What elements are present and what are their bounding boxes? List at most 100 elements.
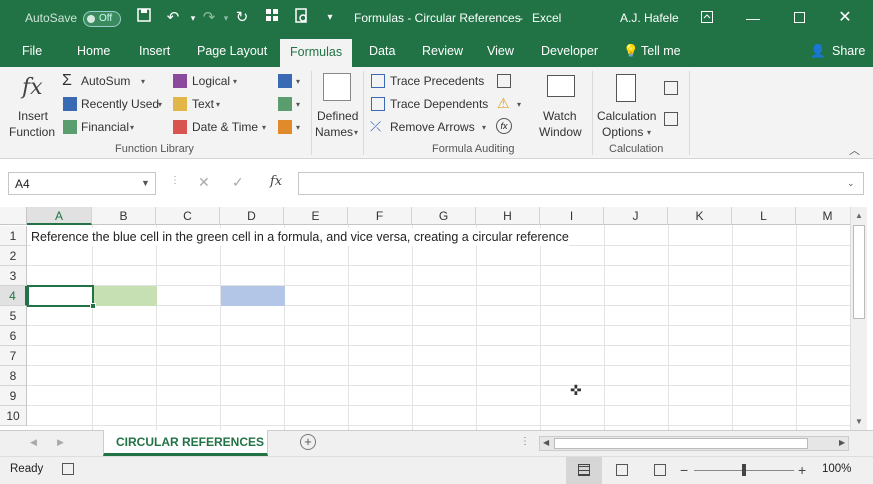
horizontal-scrollbar[interactable]: ◀ ▶ xyxy=(539,436,849,451)
refresh-icon[interactable]: ↻ xyxy=(232,8,252,28)
cancel-icon[interactable]: ✕ xyxy=(198,174,210,191)
customize-qat-icon[interactable]: ▾ xyxy=(320,8,340,28)
add-sheet-icon[interactable]: + xyxy=(300,434,316,450)
date-time-button[interactable]: Date & Time xyxy=(192,120,258,134)
tab-formulas[interactable]: Formulas xyxy=(280,39,353,67)
formula-input[interactable]: ⌄ xyxy=(298,172,864,195)
enter-icon[interactable]: ✓ xyxy=(232,174,244,191)
column-header-f[interactable]: F xyxy=(348,207,412,225)
tab-review[interactable]: Review xyxy=(422,36,463,67)
more-functions-icon[interactable] xyxy=(278,120,292,134)
trace-precedents-button[interactable]: Trace Precedents xyxy=(390,74,484,88)
zoom-in-icon[interactable]: + xyxy=(798,462,806,478)
zoom-out-icon[interactable]: − xyxy=(680,462,688,478)
logical-button[interactable]: Logical xyxy=(192,74,230,88)
vertical-scrollbar[interactable]: ▲ ▼ xyxy=(850,207,867,430)
column-header-k[interactable]: K xyxy=(668,207,732,225)
next-sheet-icon[interactable]: ▶ xyxy=(57,437,64,448)
cell-d4-blue[interactable] xyxy=(221,286,285,306)
row-header-2[interactable]: 2 xyxy=(0,246,27,266)
select-all-button[interactable] xyxy=(0,207,27,225)
evaluate-formula-icon[interactable]: fx xyxy=(496,118,512,134)
watch-window-button[interactable]: Watch Window xyxy=(536,71,586,141)
cell-a4-selected[interactable] xyxy=(27,285,94,307)
lookup-reference-icon[interactable] xyxy=(278,74,292,88)
maximize-icon[interactable] xyxy=(787,6,811,30)
scroll-left-icon[interactable]: ◀ xyxy=(543,438,549,447)
math-trig-icon[interactable] xyxy=(278,97,292,111)
tab-insert[interactable]: Insert xyxy=(139,36,170,67)
page-layout-view-icon[interactable] xyxy=(616,464,628,476)
name-box[interactable]: A4 ▼ xyxy=(8,172,156,195)
vertical-scroll-thumb[interactable] xyxy=(853,225,865,319)
column-header-e[interactable]: E xyxy=(284,207,348,225)
autosum-dropdown-icon[interactable]: ▾ xyxy=(141,77,145,86)
worksheet-grid[interactable]: A B C D E F G H I J K L M 1 2 3 4 5 6 7 … xyxy=(0,207,850,430)
column-header-d[interactable]: D xyxy=(220,207,284,225)
tab-page-layout[interactable]: Page Layout xyxy=(197,36,267,67)
row-header-6[interactable]: 6 xyxy=(0,326,27,346)
ribbon-display-options-icon[interactable] xyxy=(695,6,719,30)
row-header-8[interactable]: 8 xyxy=(0,366,27,386)
insert-function-button[interactable]: fx Insert Function xyxy=(8,71,56,141)
collapse-ribbon-icon[interactable]: ︿ xyxy=(849,142,860,158)
row-header-5[interactable]: 5 xyxy=(0,306,27,326)
autosum-button[interactable]: AutoSum xyxy=(81,74,130,88)
column-header-c[interactable]: C xyxy=(156,207,220,225)
calculate-now-icon[interactable] xyxy=(664,81,678,95)
remove-arrows-button[interactable]: Remove Arrows xyxy=(390,120,475,134)
tab-file[interactable]: File xyxy=(22,36,42,67)
column-header-i[interactable]: I xyxy=(540,207,604,225)
insert-function-icon[interactable]: fx xyxy=(270,174,282,189)
row-header-10[interactable]: 10 xyxy=(0,406,27,426)
column-header-b[interactable]: B xyxy=(92,207,156,225)
close-icon[interactable]: ✕ xyxy=(833,6,857,30)
splitter-icon[interactable]: ⋮ xyxy=(520,436,530,447)
show-formulas-icon[interactable] xyxy=(497,74,511,88)
row-header-1[interactable]: 1 xyxy=(0,226,27,246)
text-button[interactable]: Text xyxy=(192,97,214,111)
fill-handle[interactable] xyxy=(90,303,96,309)
prev-sheet-icon[interactable]: ◀ xyxy=(30,437,37,448)
row-header-7[interactable]: 7 xyxy=(0,346,27,366)
cell-b4-green[interactable] xyxy=(93,286,157,306)
tab-developer[interactable]: Developer xyxy=(541,36,598,67)
financial-button[interactable]: Financial xyxy=(81,120,129,134)
expand-formula-bar-icon[interactable]: ⌄ xyxy=(847,178,855,189)
calculation-options-button[interactable]: Calculation Options ▾ xyxy=(595,71,659,141)
row-header-9[interactable]: 9 xyxy=(0,386,27,406)
cell-a1[interactable]: Reference the blue cell in the green cel… xyxy=(31,228,569,246)
trace-dependents-button[interactable]: Trace Dependents xyxy=(390,97,488,111)
page-break-view-icon[interactable] xyxy=(654,464,666,476)
row-header-4[interactable]: 4 xyxy=(0,286,27,306)
share-button[interactable]: Share xyxy=(832,36,865,67)
autosave-toggle[interactable]: Off xyxy=(83,11,121,27)
print-preview-icon[interactable] xyxy=(292,8,312,28)
minimize-icon[interactable]: — xyxy=(741,6,765,30)
column-header-h[interactable]: H xyxy=(476,207,540,225)
scroll-down-icon[interactable]: ▼ xyxy=(855,417,863,426)
horizontal-scroll-thumb[interactable] xyxy=(554,438,808,449)
zoom-slider-thumb[interactable] xyxy=(742,464,746,476)
undo-icon[interactable]: ↶ xyxy=(163,8,183,28)
zoom-level[interactable]: 100% xyxy=(822,463,851,475)
column-header-a[interactable]: A xyxy=(27,207,92,225)
column-header-m[interactable]: M xyxy=(796,207,850,225)
form-icon[interactable] xyxy=(262,8,282,28)
name-box-dropdown-icon[interactable]: ▼ xyxy=(141,178,150,188)
column-header-j[interactable]: J xyxy=(604,207,668,225)
tab-data[interactable]: Data xyxy=(369,36,395,67)
error-checking-icon[interactable]: ⚠ xyxy=(497,95,510,112)
tell-me-search[interactable]: Tell me xyxy=(641,36,681,67)
scroll-right-icon[interactable]: ▶ xyxy=(839,438,845,447)
macro-record-icon[interactable] xyxy=(62,463,74,475)
tab-home[interactable]: Home xyxy=(77,36,110,67)
row-header-3[interactable]: 3 xyxy=(0,266,27,286)
scroll-up-icon[interactable]: ▲ xyxy=(855,211,863,220)
user-name[interactable]: A.J. Hafele xyxy=(620,11,679,25)
column-header-l[interactable]: L xyxy=(732,207,796,225)
sheet-tab-circular-references[interactable]: CIRCULAR REFERENCES xyxy=(103,430,268,456)
tab-view[interactable]: View xyxy=(487,36,514,67)
defined-names-button[interactable]: Defined Names ▾ xyxy=(314,71,360,141)
normal-view-button[interactable] xyxy=(566,457,602,484)
